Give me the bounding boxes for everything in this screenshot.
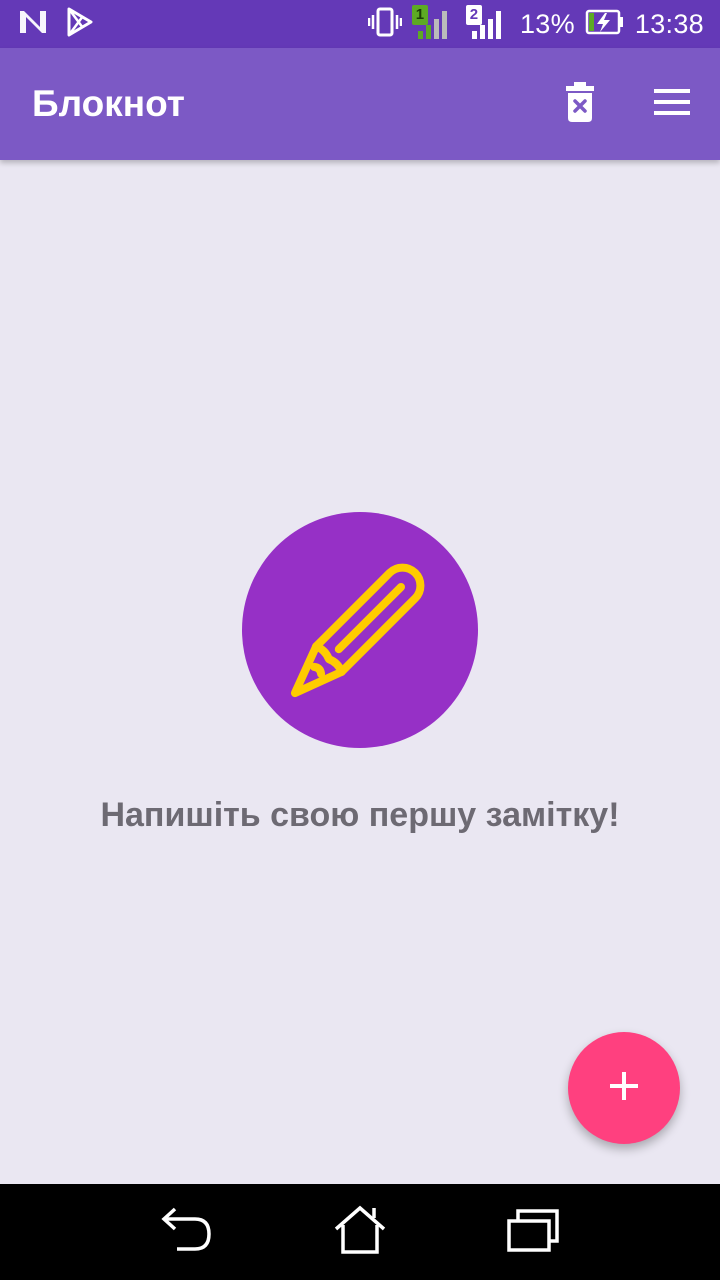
add-note-button[interactable]: [568, 1032, 680, 1144]
clock: 13:38: [634, 8, 704, 39]
status-left: [18, 7, 94, 41]
back-icon: [161, 1207, 213, 1257]
signal-sim2-icon: 2: [465, 5, 510, 41]
home-button[interactable]: [320, 1192, 400, 1272]
empty-state-message: Напишіть свою першу замітку!: [100, 796, 620, 834]
vibrate-icon: [367, 7, 403, 41]
plus-icon: [609, 1071, 639, 1105]
back-button[interactable]: [147, 1192, 227, 1272]
app-bar: Блокнот: [0, 48, 720, 160]
battery-percent: 13%: [519, 8, 575, 39]
status-bar: 1 2 13% 13:38: [0, 0, 720, 48]
app-title: Блокнот: [32, 83, 185, 124]
status-right: 1 2 13% 13:38: [367, 5, 704, 41]
empty-state-icon-circle: [242, 512, 478, 748]
menu-button[interactable]: [640, 72, 704, 136]
play-store-icon: [66, 7, 94, 41]
recents-button[interactable]: [493, 1192, 573, 1272]
screen: 1 2 13% 13:38 Блокнот Напишіть свою перш…: [0, 0, 720, 1280]
signal-sim1-icon: 1: [411, 5, 456, 41]
n-icon: [18, 9, 48, 39]
recents-icon: [506, 1207, 560, 1257]
menu-icon: [653, 88, 691, 120]
battery-charging-icon: [585, 8, 625, 40]
navigation-bar: [0, 1184, 720, 1280]
home-icon: [333, 1205, 387, 1259]
pencil-icon: [242, 510, 478, 750]
delete-all-button[interactable]: [548, 72, 612, 136]
delete-icon: [564, 82, 596, 126]
